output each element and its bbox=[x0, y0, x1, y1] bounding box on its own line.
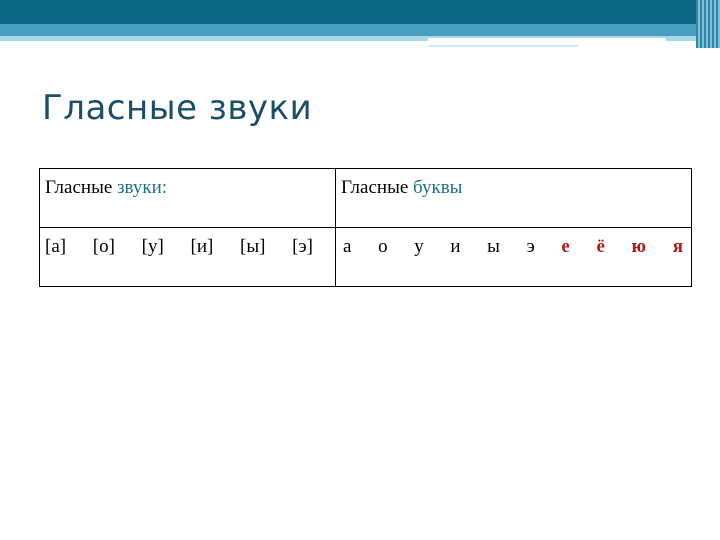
header-corner-pattern bbox=[696, 0, 720, 48]
letters-list: а о у и ы э е ё ю я bbox=[341, 236, 683, 258]
letter-item: а bbox=[343, 236, 352, 257]
header-letters-plain: Гласные bbox=[341, 177, 414, 198]
letter-item: ы bbox=[487, 236, 500, 257]
table-row: [а] [о] [у] [и] [ы] [э] а о у и ы э е ё … bbox=[39, 227, 692, 287]
sound-item: [о] bbox=[92, 236, 115, 257]
header-sounds-plain: Гласные bbox=[45, 177, 118, 198]
sound-item: [э] bbox=[292, 236, 313, 257]
header-stripe-thin bbox=[428, 45, 578, 47]
header-cell-letters: Гласные буквы bbox=[335, 168, 692, 228]
table-header-row: Гласные звуки: Гласные буквы bbox=[39, 168, 692, 228]
sounds-list: [а] [о] [у] [и] [ы] [э] bbox=[45, 236, 313, 258]
header-stripe-white bbox=[428, 38, 666, 42]
letter-item: э bbox=[526, 236, 535, 257]
letter-item-iotated: ё bbox=[596, 236, 605, 257]
slide-title: Гласные звуки bbox=[42, 88, 313, 128]
sound-item: [ы] bbox=[240, 236, 266, 257]
letters-cell: а о у и ы э е ё ю я bbox=[335, 227, 692, 287]
letter-item-iotated: ю bbox=[631, 236, 647, 257]
header-stripe bbox=[0, 24, 700, 36]
letter-item: о bbox=[378, 236, 388, 257]
header-cell-sounds: Гласные звуки: bbox=[39, 168, 336, 228]
header-letters-highlight: буквы bbox=[413, 177, 463, 198]
vowels-table: Гласные звуки: Гласные буквы [а] [о] [у]… bbox=[39, 168, 692, 287]
header-sounds-highlight: звуки: bbox=[117, 177, 168, 198]
letter-item: у bbox=[414, 236, 424, 257]
sound-item: [и] bbox=[190, 236, 214, 257]
letter-item: и bbox=[450, 236, 461, 257]
letter-item-iotated: я bbox=[672, 236, 683, 257]
letter-item-iotated: е bbox=[561, 236, 570, 257]
sounds-cell: [а] [о] [у] [и] [ы] [э] bbox=[39, 227, 336, 287]
sound-item: [у] bbox=[141, 236, 164, 257]
header-bar bbox=[0, 0, 720, 24]
sound-item: [а] bbox=[45, 236, 67, 257]
